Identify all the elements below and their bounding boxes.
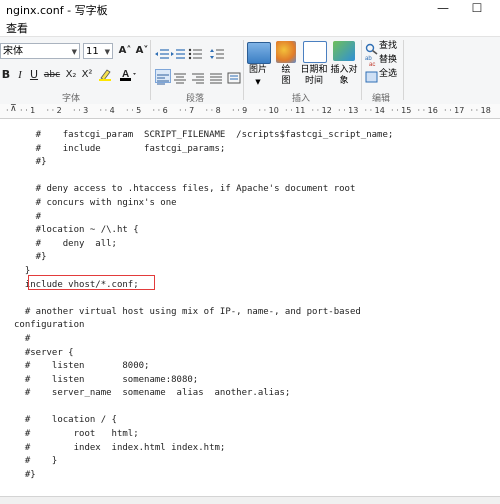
group-label-font: 字体 bbox=[62, 94, 81, 104]
insert-paint-label: 绘图 bbox=[281, 65, 291, 86]
ruler-number: · · 15 bbox=[391, 106, 412, 115]
font-name-select[interactable]: 宋体 ▼ bbox=[0, 43, 80, 59]
highlight-box bbox=[28, 275, 155, 290]
group-label-insert: 插入 bbox=[292, 94, 311, 104]
ruler-number: · · 8 bbox=[205, 106, 221, 115]
ruler-number: · · 18 bbox=[470, 106, 491, 115]
align-right-icon[interactable] bbox=[191, 69, 205, 84]
group-divider bbox=[150, 40, 151, 100]
ruler-tick: · bbox=[6, 106, 9, 115]
document-text[interactable]: # fastcgi_param SCRIPT_FILENAME /scripts… bbox=[14, 129, 393, 482]
line-spacing-icon[interactable] bbox=[210, 45, 224, 59]
ruler-number: · · 6 bbox=[152, 106, 168, 115]
ruler-number: · · 4 bbox=[99, 106, 115, 115]
group-divider bbox=[403, 40, 404, 100]
paragraph-settings-icon[interactable] bbox=[227, 69, 241, 84]
ruler-number: · · 1 bbox=[20, 106, 36, 115]
svg-text:ac: ac bbox=[369, 62, 375, 66]
minimize-button[interactable]: — bbox=[428, 0, 458, 16]
chevron-down-icon: ▼ bbox=[255, 78, 261, 86]
find-label: 查找 bbox=[379, 41, 398, 51]
ruler-number: · · 5 bbox=[126, 106, 142, 115]
paint-palette-icon bbox=[276, 41, 296, 63]
picture-icon bbox=[247, 42, 271, 64]
underline-button[interactable]: U bbox=[28, 67, 40, 83]
align-left-icon[interactable] bbox=[155, 69, 171, 85]
align-center-icon[interactable] bbox=[173, 69, 187, 84]
ruler-number: · · 2 bbox=[46, 106, 62, 115]
ruler-number: · · 16 bbox=[417, 106, 438, 115]
document-area[interactable]: # fastcgi_param SCRIPT_FILENAME /scripts… bbox=[0, 119, 500, 496]
justify-icon[interactable] bbox=[209, 69, 223, 84]
ruler-indent-marker[interactable]: ⊼ bbox=[10, 104, 17, 114]
menu-view[interactable]: 查看 bbox=[6, 20, 28, 36]
ruler[interactable]: · ⊼ · · 1 · · 2 · · 3 · · 4 · · 5 · · 6 · · 7 ·… bbox=[0, 104, 500, 119]
increase-indent-icon[interactable] bbox=[171, 45, 185, 59]
group-label-paragraph: 段落 bbox=[186, 94, 205, 104]
ruler-number: · · 9 bbox=[232, 106, 248, 115]
insert-object-label: 插入对象 bbox=[330, 65, 358, 86]
ruler-number: · · 11 bbox=[285, 106, 306, 115]
title-bar: nginx.conf - 写字板 — ☐ bbox=[0, 0, 500, 18]
group-divider bbox=[361, 40, 362, 100]
ruler-number: · · 3 bbox=[73, 106, 89, 115]
replace-icon: ab ac bbox=[365, 54, 379, 68]
strikethrough-button[interactable]: abc bbox=[42, 67, 62, 83]
subscript-button[interactable]: X₂ bbox=[64, 67, 78, 83]
find-icon bbox=[365, 40, 379, 55]
ruler-number: · · 10 bbox=[258, 106, 279, 115]
font-size-value: 11 bbox=[86, 46, 99, 57]
ruler-number: · · 14 bbox=[364, 106, 385, 115]
ribbon: 宋体 ▼ 11 ▼ A˄ A˅ B I U abc X₂ X² A 字体 段落 … bbox=[0, 36, 500, 106]
ruler-number: · · 13 bbox=[338, 106, 359, 115]
font-size-select[interactable]: 11 ▼ bbox=[83, 43, 113, 59]
select-all-label: 全选 bbox=[379, 69, 398, 79]
font-name-value: 宋体 bbox=[3, 46, 23, 57]
group-label-edit: 编辑 bbox=[372, 94, 391, 104]
calendar-icon bbox=[303, 41, 327, 63]
italic-button[interactable]: I bbox=[14, 67, 26, 83]
menu-bar: 查看 bbox=[0, 18, 500, 36]
shrink-font-button[interactable]: A˅ bbox=[134, 43, 150, 59]
object-icon bbox=[333, 41, 355, 61]
insert-picture-label: 图片 bbox=[248, 65, 267, 75]
ruler-number: · · 7 bbox=[179, 106, 195, 115]
font-color-icon[interactable]: A bbox=[118, 67, 138, 83]
chevron-down-icon: ▼ bbox=[104, 48, 110, 56]
bold-button[interactable]: B bbox=[0, 67, 12, 83]
maximize-button[interactable]: ☐ bbox=[462, 0, 492, 16]
replace-label: 替换 bbox=[379, 55, 398, 65]
window-title: nginx.conf - 写字板 bbox=[6, 4, 108, 17]
ruler-number: · · 17 bbox=[444, 106, 465, 115]
highlighter-icon[interactable] bbox=[97, 67, 113, 83]
select-all-icon bbox=[365, 68, 379, 83]
superscript-button[interactable]: X² bbox=[80, 67, 94, 83]
decrease-indent-icon[interactable] bbox=[155, 45, 169, 59]
list-icon[interactable] bbox=[188, 45, 202, 60]
grow-font-button[interactable]: A˄ bbox=[117, 43, 133, 59]
insert-datetime-label: 日期和时间 bbox=[300, 65, 328, 86]
ruler-number: · · 12 bbox=[311, 106, 332, 115]
chevron-down-icon: ▼ bbox=[71, 48, 77, 56]
